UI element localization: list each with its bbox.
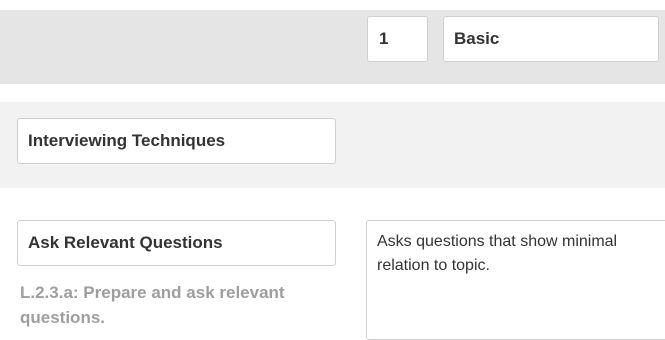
level-descriptor-field[interactable]: Asks questions that show minimal relatio… (366, 220, 665, 340)
level-number-field[interactable]: 1 (367, 16, 428, 62)
skill-name-field[interactable]: Ask Relevant Questions (17, 220, 336, 266)
level-name-field[interactable]: Basic (443, 16, 659, 62)
standard-reference-text: L.2.3.a: Prepare and ask relevant questi… (20, 283, 285, 327)
skill-category-field[interactable]: Interviewing Techniques (17, 118, 336, 164)
